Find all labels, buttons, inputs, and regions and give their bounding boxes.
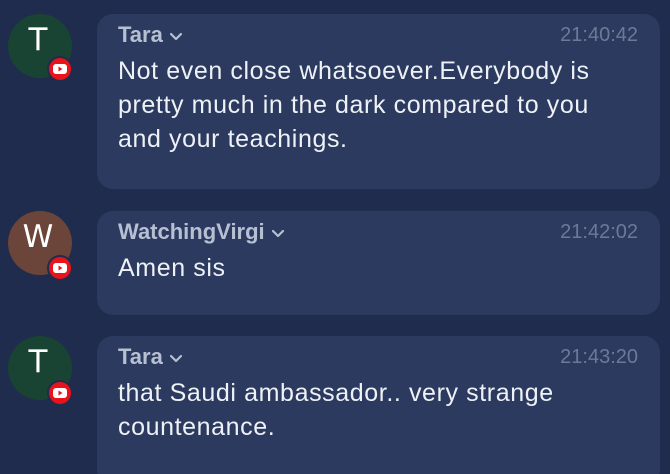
chevron-down-icon[interactable] <box>169 344 183 370</box>
chat-feed: T Tara 21:40:42 Not even close whatsoeve… <box>0 0 670 474</box>
youtube-icon <box>47 56 73 82</box>
message-text: that Saudi ambassador.. very strange cou… <box>118 379 554 441</box>
message-header: WatchingVirgi 21:42:02 <box>118 211 638 244</box>
message-timestamp: 21:42:02 <box>560 221 638 243</box>
youtube-icon <box>47 380 73 406</box>
message-bubble: WatchingVirgi 21:42:02 Amen sis <box>97 211 660 315</box>
message-text: Not even close whatsoever.Everybody is p… <box>118 57 590 153</box>
avatar-letter: T <box>28 344 48 380</box>
message-text: Amen sis <box>118 254 226 282</box>
message-timestamp: 21:40:42 <box>560 24 638 46</box>
author-label: WatchingVirgi <box>118 219 265 244</box>
author-name[interactable]: Tara <box>118 22 183 48</box>
message-timestamp: 21:43:20 <box>560 346 638 368</box>
chevron-down-icon[interactable] <box>271 219 285 245</box>
youtube-icon <box>47 255 73 281</box>
message-bubble: Tara 21:43:20 that Saudi ambassador.. ve… <box>97 336 660 474</box>
chevron-down-icon[interactable] <box>169 22 183 48</box>
author-label: Tara <box>118 22 163 47</box>
message-header: Tara 21:40:42 <box>118 14 638 47</box>
author-label: Tara <box>118 344 163 369</box>
message-bubble: Tara 21:40:42 Not even close whatsoever.… <box>97 14 660 189</box>
avatar-letter: T <box>28 22 48 58</box>
author-name[interactable]: WatchingVirgi <box>118 219 285 245</box>
message-header: Tara 21:43:20 <box>118 336 638 369</box>
author-name[interactable]: Tara <box>118 344 183 370</box>
